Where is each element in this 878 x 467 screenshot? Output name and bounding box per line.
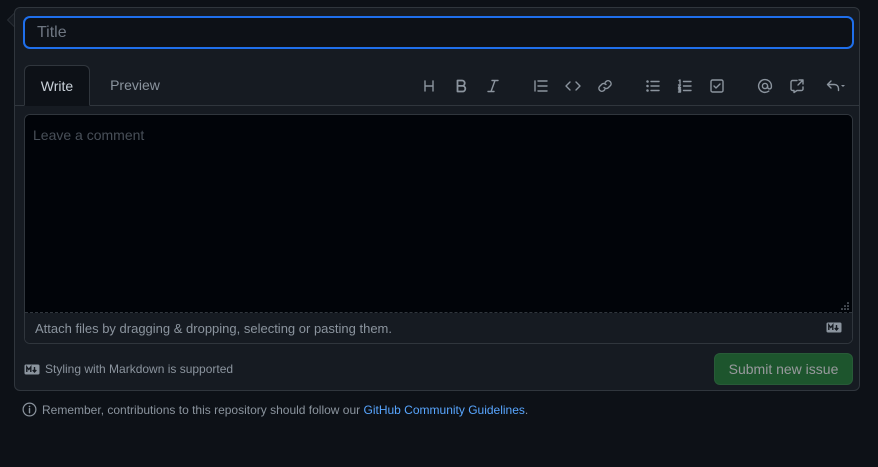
markdown-icon <box>24 364 40 374</box>
title-input[interactable] <box>24 17 853 48</box>
ordered-list-icon[interactable] <box>673 74 697 98</box>
markdown-hint[interactable]: Styling with Markdown is supported <box>24 362 233 376</box>
editor-tabs: Write Preview <box>15 65 859 106</box>
attach-files-text: Attach files by dragging & dropping, sel… <box>35 321 392 336</box>
new-issue-form: Write Preview <box>14 7 860 391</box>
guidelines-suffix: . <box>524 402 529 417</box>
community-guidelines-link[interactable]: GitHub Community Guidelines <box>364 403 525 417</box>
bold-icon[interactable] <box>449 74 473 98</box>
saved-replies-icon[interactable] <box>821 74 851 98</box>
submit-new-issue-button[interactable]: Submit new issue <box>714 353 853 385</box>
comment-editor: Attach files by dragging & dropping, sel… <box>24 114 853 344</box>
markdown-hint-text: Styling with Markdown is supported <box>45 362 234 376</box>
italic-icon[interactable] <box>481 74 505 98</box>
attach-files-bar[interactable]: Attach files by dragging & dropping, sel… <box>25 313 852 343</box>
quote-icon[interactable] <box>529 74 553 98</box>
code-icon[interactable] <box>561 74 585 98</box>
guidelines-prefix: Remember, contributions to this reposito… <box>42 402 361 417</box>
link-icon[interactable] <box>593 74 617 98</box>
unordered-list-icon[interactable] <box>641 74 665 98</box>
heading-icon[interactable] <box>417 74 441 98</box>
comment-textarea[interactable] <box>25 115 852 313</box>
form-footer: Styling with Markdown is supported Submi… <box>24 353 853 385</box>
task-list-icon[interactable] <box>705 74 729 98</box>
markdown-icon <box>826 322 842 333</box>
mention-icon[interactable] <box>753 74 777 98</box>
markdown-toolbar <box>15 74 859 98</box>
info-icon <box>22 402 37 417</box>
resize-grip-icon[interactable] <box>841 302 849 310</box>
cross-reference-icon[interactable] <box>785 74 809 98</box>
community-guidelines-note: Remember, contributions to this reposito… <box>22 402 528 417</box>
